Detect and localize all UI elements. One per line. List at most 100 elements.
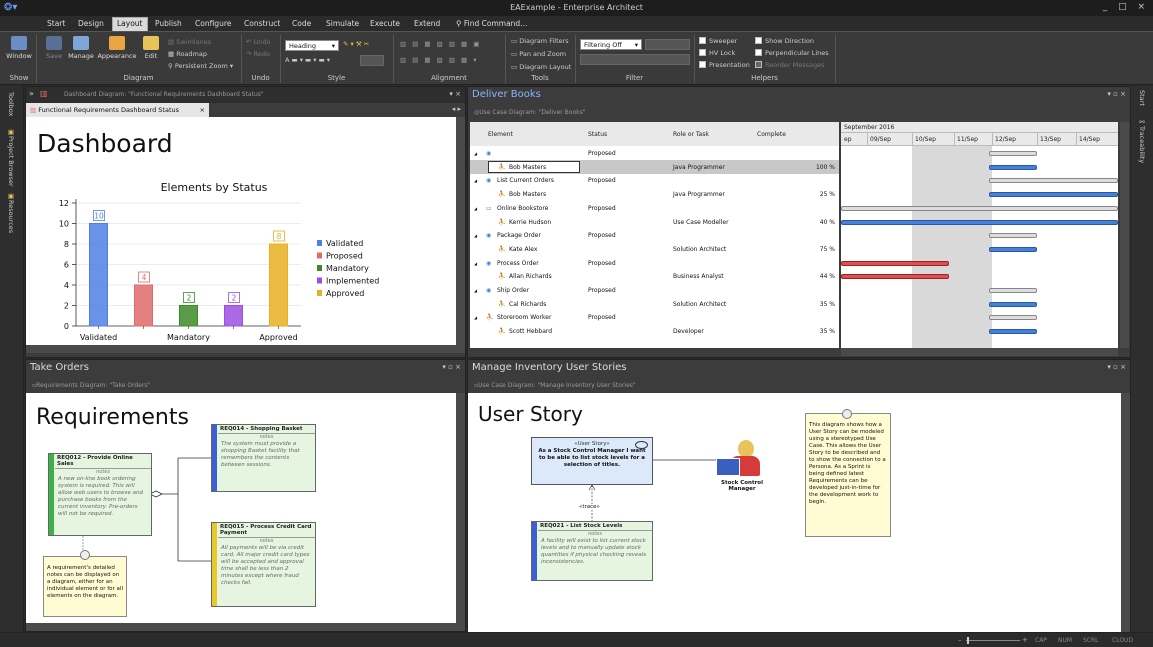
line-width-combo[interactable] [360, 55, 384, 66]
table-row[interactable]: ⛹ Kate Alex Solution Architect 75 % [470, 242, 839, 256]
expand-arrow-icon[interactable]: ◢ [474, 261, 477, 266]
table-row[interactable]: ⛹ Kerrie Hudson Use Case Modeller 40 % [470, 215, 839, 229]
gantt-bar[interactable] [989, 288, 1037, 293]
redo-button[interactable]: ↷ Redo [246, 50, 270, 58]
table-row[interactable]: ◢ ◉ Process Order Proposed [470, 256, 839, 270]
show-direction-checkbox[interactable]: Show Direction [755, 37, 814, 45]
presentation-checkbox[interactable]: Presentation [699, 61, 750, 69]
gantt-bar[interactable] [989, 301, 1037, 307]
menu-construct[interactable]: Construct [240, 18, 284, 29]
menu-publish[interactable]: Publish [151, 18, 186, 29]
col-role[interactable]: Role or Task [673, 131, 709, 138]
roadmap-button[interactable]: ▦ Roadmap [168, 50, 207, 58]
expand-arrow-icon[interactable]: ◢ [474, 151, 477, 156]
col-complete[interactable]: Complete [757, 131, 786, 138]
expand-arrow-icon[interactable]: ◢ [474, 288, 477, 293]
gantt-bar[interactable] [989, 164, 1037, 170]
filter-text-field[interactable] [580, 54, 690, 65]
table-row[interactable]: ◢ ◉ List Current Orders Proposed [470, 173, 839, 187]
zoom-out-button[interactable]: – [958, 636, 962, 644]
panel-controls[interactable]: ▾ × [449, 90, 461, 98]
dashboard-hscroll[interactable] [26, 345, 465, 353]
gantt-bar[interactable] [841, 219, 1118, 225]
panel-controls[interactable]: ▾ ▫ × [1107, 363, 1126, 371]
filter-extra-combo[interactable] [645, 39, 690, 50]
zoom-slider-track[interactable] [966, 640, 1020, 641]
requirements-note[interactable]: A requirement's detailed notes can be di… [43, 556, 127, 617]
sweeper-checkbox[interactable]: Sweeper [699, 37, 737, 45]
gantt-bar[interactable] [989, 151, 1037, 156]
expand-arrow-icon[interactable]: ◢ [474, 178, 477, 183]
hv-lock-checkbox[interactable]: HV Lock [699, 49, 735, 57]
req015-element[interactable]: REQ015 - Process Credit Card Payment not… [211, 522, 316, 607]
expand-arrow-icon[interactable]: ◢ [474, 315, 477, 320]
project-browser-tab[interactable]: ▣Project Browser [7, 128, 15, 187]
panel-controls[interactable]: ▾ ▫ × [1107, 90, 1126, 98]
deliver-vscroll[interactable] [1120, 122, 1129, 348]
col-status[interactable]: Status [588, 131, 607, 138]
tab-scroll-icons[interactable]: ◂ ▸ [452, 105, 461, 113]
menu-execute[interactable]: Execute [366, 18, 404, 29]
table-row[interactable]: ⛹ Scott Hebbard Developer 35 % [470, 324, 839, 338]
stock-manager-persona-icon[interactable] [716, 440, 762, 478]
panel-controls[interactable]: ▾ ▫ × [442, 363, 461, 371]
gantt-bar[interactable] [841, 260, 949, 266]
menu-extend[interactable]: Extend [410, 18, 444, 29]
toolbox-tab[interactable]: Toolbox [7, 92, 15, 116]
diagram-layout-button[interactable]: ▭ Diagram Layout [511, 63, 571, 71]
save-button[interactable]: Save [42, 36, 66, 60]
font-style-icons[interactable]: A ▬ ▾ ▬ ▾ ▬ ▾ [285, 56, 330, 64]
perpendicular-checkbox[interactable]: Perpendicular Lines [755, 49, 829, 57]
table-row[interactable]: ⛹ Bob Masters Java Programmer 100 % [470, 159, 839, 174]
find-command[interactable]: ⚲ Find Command... [452, 18, 531, 29]
orders-vscroll[interactable] [456, 393, 465, 623]
style-tools-icon[interactable]: ✎ ▾ ⚒ ✂ [343, 40, 369, 48]
table-row[interactable]: ⛹ Allan Richards Business Analyst 44 % [470, 269, 839, 283]
tab-dashboard[interactable]: ▥ Functional Requirements Dashboard Stat… [26, 103, 209, 117]
undo-button[interactable]: ↶ Undo [246, 38, 271, 46]
start-tab[interactable]: Start [1138, 90, 1146, 106]
align-icons-row1[interactable]: ▥ ▤ ▦ ▧ ▨ ▩ ▣ [400, 40, 481, 48]
gantt-bar[interactable] [989, 178, 1118, 184]
table-row[interactable]: ◢ ◉ Package Order Proposed [470, 228, 839, 242]
req012-element[interactable]: REQ012 - Provide Online Sales notes A ne… [48, 453, 152, 536]
window-button[interactable]: Window [6, 36, 32, 60]
diagram-filters-button[interactable]: ▭ Diagram Filters [511, 37, 569, 45]
menu-configure[interactable]: Configure [191, 18, 235, 29]
traceability-tab[interactable]: ⚯Traceability [1138, 118, 1146, 163]
menu-start[interactable]: Start [43, 18, 69, 29]
zoom-in-button[interactable]: + [1022, 636, 1028, 644]
menu-simulate[interactable]: Simulate [322, 18, 363, 29]
expand-arrow-icon[interactable]: ◢ [474, 233, 477, 238]
manage-button[interactable]: Manage [67, 36, 95, 60]
user-story-note[interactable]: This diagram shows how a User Story can … [805, 413, 891, 537]
gantt-bar[interactable] [989, 315, 1037, 321]
story-vscroll[interactable] [1121, 393, 1130, 632]
expand-arrow-icon[interactable]: ◢ [474, 206, 477, 211]
gantt-bar[interactable] [989, 246, 1037, 252]
req021-element[interactable]: REQ021 - List Stock Levels notes A facil… [531, 521, 653, 581]
align-icons-row2[interactable]: ▥ ▤ ▦ ▧ ▨ ▩ ▾ [400, 56, 479, 64]
persistent-zoom-button[interactable]: ⚲ Persistent Zoom ▾ [168, 62, 233, 70]
orders-hscroll[interactable] [26, 623, 465, 631]
menu-code[interactable]: Code [288, 18, 315, 29]
menu-layout[interactable]: Layout [112, 17, 148, 31]
gantt-hscroll[interactable] [841, 348, 1118, 356]
appearance-button[interactable]: Appearance [97, 36, 137, 60]
col-element[interactable]: Element [488, 131, 513, 138]
edit-button[interactable]: Edit [140, 36, 162, 60]
reorder-messages-checkbox[interactable]: Reorder Messages [755, 61, 825, 69]
req014-element[interactable]: REQ014 - Shopping Basket notes The syste… [211, 424, 316, 492]
expand-icon[interactable]: » [29, 89, 34, 98]
menu-design[interactable]: Design [74, 18, 108, 29]
table-row[interactable]: ◢ ⛹ Storeroom Worker Proposed [470, 310, 839, 324]
table-row[interactable]: ◢ ◉ Proposed [470, 146, 839, 160]
resources-tab[interactable]: ▣Resources [7, 192, 15, 233]
filtering-combo[interactable]: Filtering Off ▾ [580, 39, 642, 50]
table-row[interactable]: ◢ ▭ Online Bookstore Proposed [470, 201, 839, 215]
window-controls[interactable]: _ □ × [1103, 2, 1149, 12]
dashboard-vscroll[interactable] [456, 117, 465, 345]
swimlanes-button[interactable]: ▤ Swimlanes [168, 38, 211, 46]
user-story-element[interactable]: «User Story» As a Stock Control Manager … [531, 437, 653, 485]
table-row[interactable]: ⛹ Cal Richards Solution Architect 35 % [470, 297, 839, 311]
